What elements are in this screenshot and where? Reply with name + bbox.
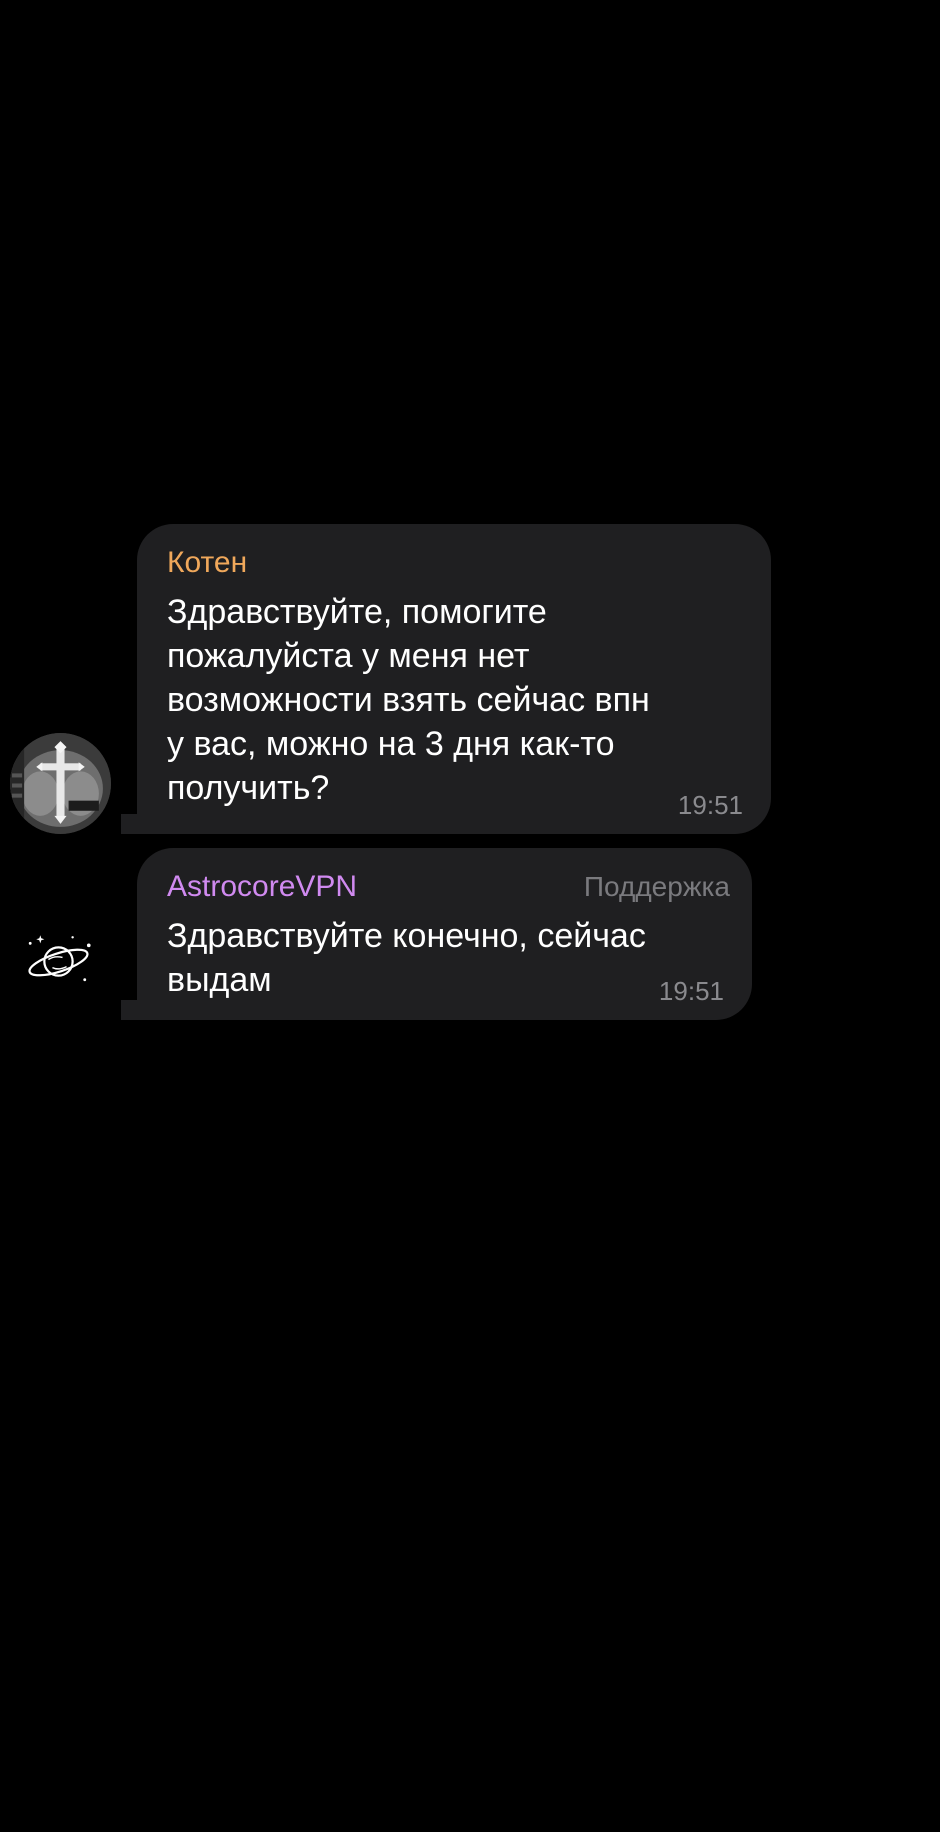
sender-name[interactable]: Котен — [167, 544, 247, 582]
planet-icon — [10, 909, 111, 1010]
sender-role-badge: Поддержка — [583, 871, 730, 902]
user-avatar[interactable] — [10, 733, 111, 834]
message-time: 19:51 — [658, 976, 724, 1006]
message-row-user: Котен Здравствуйте, помогите пожалуйста … — [0, 524, 940, 834]
gothic-cross-icon — [10, 733, 111, 834]
message-bubble[interactable]: AstrocoreVPN Поддержка Здравствуйте коне… — [137, 848, 752, 1020]
message-text: Здравствуйте конечно, сейчас выдам — [167, 917, 646, 999]
chat-message-list: Котен Здравствуйте, помогите пожалуйста … — [0, 0, 940, 1832]
message-row-support: AstrocoreVPN Поддержка Здравствуйте коне… — [0, 848, 940, 1020]
message-bubble[interactable]: Котен Здравствуйте, помогите пожалуйста … — [137, 524, 771, 834]
sender-name[interactable]: AstrocoreVPN — [167, 868, 357, 906]
support-avatar[interactable] — [10, 909, 111, 1010]
message-time: 19:51 — [677, 790, 743, 820]
message-text: Здравствуйте, помогите пожалуйста у меня… — [167, 593, 650, 807]
